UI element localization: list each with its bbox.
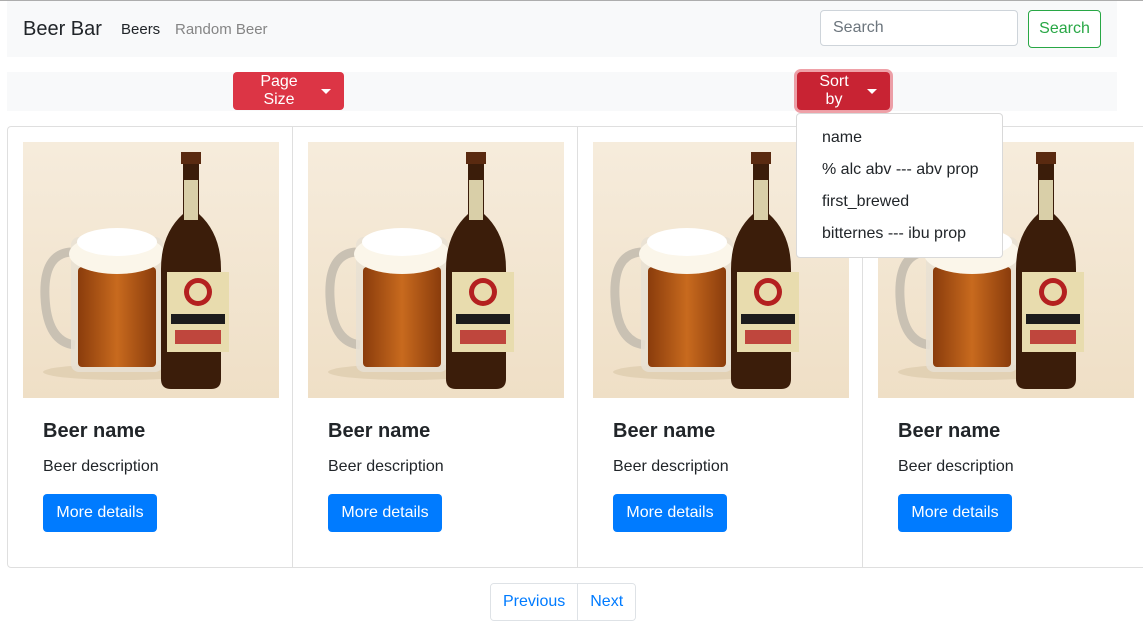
nav-link-random-beer[interactable]: Random Beer bbox=[175, 21, 268, 38]
sort-by-dropdown[interactable]: Sort by bbox=[797, 72, 890, 110]
sort-option-first-brewed[interactable]: first_brewed bbox=[797, 186, 1002, 218]
caret-down-icon bbox=[321, 89, 331, 94]
beer-description: Beer description bbox=[898, 458, 1014, 475]
more-details-button[interactable]: More details bbox=[898, 494, 1012, 532]
pagination: Previous Next bbox=[490, 583, 637, 621]
sort-by-menu: name % alc abv --- abv prop first_brewed… bbox=[796, 113, 1003, 258]
sort-by-label: Sort by bbox=[819, 73, 849, 108]
previous-page-link[interactable]: Previous bbox=[491, 584, 578, 620]
beer-card: Beer name Beer description More details bbox=[8, 127, 293, 567]
sort-option-name[interactable]: name bbox=[797, 122, 1002, 154]
beer-image bbox=[23, 142, 279, 398]
more-details-button[interactable]: More details bbox=[43, 494, 157, 532]
next-page-link[interactable]: Next bbox=[577, 584, 636, 620]
search-input[interactable] bbox=[820, 10, 1018, 46]
beer-name: Beer name bbox=[613, 420, 716, 442]
beer-description: Beer description bbox=[613, 458, 729, 475]
more-details-button[interactable]: More details bbox=[613, 494, 727, 532]
beer-name: Beer name bbox=[898, 420, 1001, 442]
beer-description: Beer description bbox=[328, 458, 444, 475]
caret-down-icon bbox=[867, 89, 877, 94]
beer-name: Beer name bbox=[328, 420, 431, 442]
brand[interactable]: Beer Bar bbox=[23, 18, 102, 41]
toolbar: Page Size Sort by bbox=[7, 72, 1117, 111]
sort-option-ibu[interactable]: bitternes --- ibu prop bbox=[797, 218, 1002, 250]
beer-name: Beer name bbox=[43, 420, 146, 442]
beer-image bbox=[308, 142, 564, 398]
page-size-label: Page Size bbox=[260, 73, 298, 108]
page-size-dropdown[interactable]: Page Size bbox=[233, 72, 344, 110]
beer-card: Beer name Beer description More details bbox=[293, 127, 578, 567]
search-button[interactable]: Search bbox=[1028, 10, 1101, 48]
navbar: Beer Bar Beers Random Beer Search bbox=[7, 1, 1117, 57]
more-details-button[interactable]: More details bbox=[328, 494, 442, 532]
sort-option-abv[interactable]: % alc abv --- abv prop bbox=[797, 154, 1002, 186]
beer-description: Beer description bbox=[43, 458, 159, 475]
nav-link-beers[interactable]: Beers bbox=[121, 21, 160, 38]
